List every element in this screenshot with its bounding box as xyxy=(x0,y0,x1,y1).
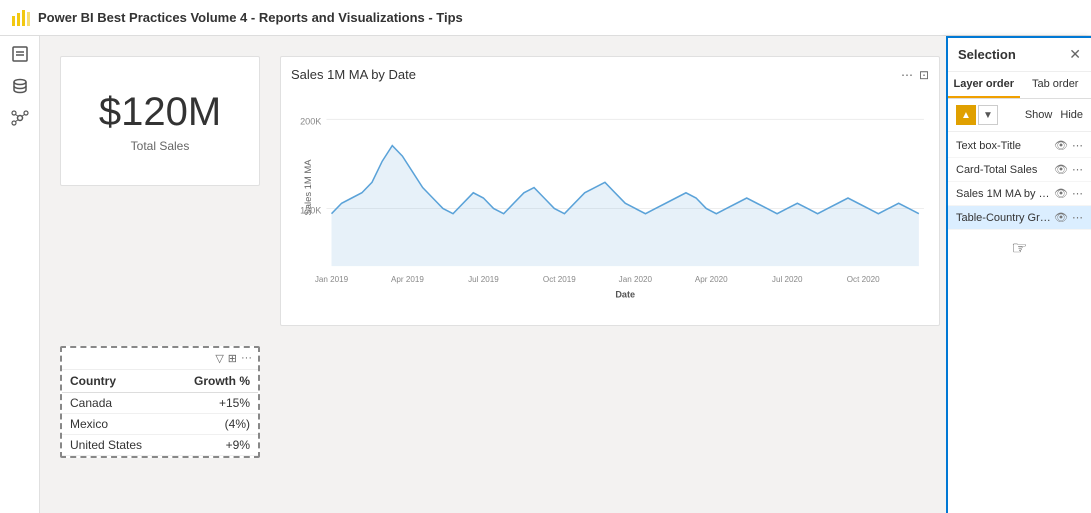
close-icon[interactable]: ✕ xyxy=(1069,46,1081,63)
layer-item-textbox[interactable]: Text box-Title 👁 ⋯ xyxy=(948,134,1091,158)
visibility-icon-textbox[interactable]: 👁 xyxy=(1054,139,1068,152)
svg-text:200K: 200K xyxy=(300,117,322,127)
cursor-indicator: ☞ xyxy=(948,230,1091,267)
svg-text:Oct 2020: Oct 2020 xyxy=(847,275,880,284)
svg-text:Jul 2020: Jul 2020 xyxy=(772,275,803,284)
hide-label: Hide xyxy=(1060,109,1083,121)
svg-text:Jan 2020: Jan 2020 xyxy=(619,275,653,284)
layer-item-chart[interactable]: Sales 1M MA by Date 👁 ⋯ xyxy=(948,182,1091,206)
cell-growth-2: (4%) xyxy=(170,414,258,435)
main-layout: $120M Total Sales Sales 1M MA by Date ⋯ … xyxy=(0,36,1091,513)
layer-list: Text box-Title 👁 ⋯ Card-Total Sales 👁 ⋯ … xyxy=(948,132,1091,269)
title-bar: Power BI Best Practices Volume 4 - Repor… xyxy=(0,0,1091,36)
svg-text:Apr 2020: Apr 2020 xyxy=(695,275,728,284)
visibility-icon-chart[interactable]: 👁 xyxy=(1054,187,1068,200)
chart-body: Sales 1M MA 200K 150K Jan 2019 Apr 2019 … xyxy=(291,88,929,308)
move-up-button[interactable]: ▲ xyxy=(956,105,976,125)
cell-country-1: Canada xyxy=(62,393,170,414)
selection-panel: Selection ✕ Layer order Tab order ▲ ▼ Sh… xyxy=(946,36,1091,513)
selection-controls: ▲ ▼ Show Hide xyxy=(948,99,1091,132)
svg-text:Jan 2019: Jan 2019 xyxy=(315,275,349,284)
show-label: Show xyxy=(1025,109,1053,121)
table-row: United States +9% xyxy=(62,435,258,456)
export-icon[interactable]: ⊞ xyxy=(228,352,237,365)
more-icon[interactable]: ··· xyxy=(241,352,252,365)
powerbi-icon xyxy=(10,8,30,28)
canvas-area: $120M Total Sales Sales 1M MA by Date ⋯ … xyxy=(40,36,946,513)
layer-name-chart: Sales 1M MA by Date xyxy=(956,188,1054,200)
arrow-group: ▲ ▼ xyxy=(956,105,998,125)
chart-more-icon[interactable]: ⋯ xyxy=(901,68,913,82)
chart-focus-icon[interactable]: ⊡ xyxy=(919,68,929,82)
visibility-icon-table[interactable]: 👁 xyxy=(1054,211,1068,224)
layer-name-textbox: Text box-Title xyxy=(956,140,1054,152)
card-total-sales[interactable]: $120M Total Sales xyxy=(60,56,260,186)
table-row: Canada +15% xyxy=(62,393,258,414)
sidebar-icon-model[interactable] xyxy=(10,108,30,128)
layer-icons-card: 👁 ⋯ xyxy=(1054,163,1083,176)
chart-title: Sales 1M MA by Date xyxy=(291,67,416,82)
chart-header: Sales 1M MA by Date ⋯ ⊡ xyxy=(291,67,929,82)
more-icon-textbox[interactable]: ⋯ xyxy=(1072,139,1083,152)
col-country: Country xyxy=(62,370,170,393)
more-icon-card[interactable]: ⋯ xyxy=(1072,163,1083,176)
layer-icons-chart: 👁 ⋯ xyxy=(1054,187,1083,200)
layer-icons-textbox: 👁 ⋯ xyxy=(1054,139,1083,152)
card-label: Total Sales xyxy=(131,139,190,153)
move-down-button[interactable]: ▼ xyxy=(978,105,998,125)
cell-country-2: Mexico xyxy=(62,414,170,435)
tab-tab-order[interactable]: Tab order xyxy=(1020,72,1091,98)
chart-container[interactable]: Sales 1M MA by Date ⋯ ⊡ Sales 1M MA 200K… xyxy=(280,56,940,326)
sidebar-icon-data[interactable] xyxy=(10,76,30,96)
hand-cursor-icon: ☞ xyxy=(1011,238,1027,259)
table-toolbar: ▽ ⊞ ··· xyxy=(62,348,258,370)
table-container[interactable]: ▽ ⊞ ··· Country Growth % Canada +15% xyxy=(60,346,260,458)
layer-name-table: Table-Country Growth xyxy=(956,212,1054,224)
layer-item-card[interactable]: Card-Total Sales 👁 ⋯ xyxy=(948,158,1091,182)
data-table: Country Growth % Canada +15% Mexico (4%)… xyxy=(62,370,258,456)
more-icon-chart[interactable]: ⋯ xyxy=(1072,187,1083,200)
svg-text:Jul 2019: Jul 2019 xyxy=(468,275,499,284)
tab-layer-order[interactable]: Layer order xyxy=(948,72,1020,98)
card-value: $120M xyxy=(99,90,221,135)
cell-growth-1: +15% xyxy=(170,393,258,414)
more-icon-table[interactable]: ⋯ xyxy=(1072,211,1083,224)
cell-country-3: United States xyxy=(62,435,170,456)
layer-item-table[interactable]: Table-Country Growth 👁 ⋯ xyxy=(948,206,1091,230)
col-growth: Growth % xyxy=(170,370,258,393)
layer-name-card: Card-Total Sales xyxy=(956,164,1054,176)
visibility-icon-card[interactable]: 👁 xyxy=(1054,163,1068,176)
chart-icons: ⋯ ⊡ xyxy=(901,68,929,82)
selection-tabs: Layer order Tab order xyxy=(948,72,1091,99)
selection-title: Selection xyxy=(958,47,1016,62)
table-row: Mexico (4%) xyxy=(62,414,258,435)
sidebar-icon-report[interactable] xyxy=(10,44,30,64)
svg-text:150K: 150K xyxy=(300,206,322,216)
show-hide-labels: Show Hide xyxy=(1025,109,1083,121)
selection-header: Selection ✕ xyxy=(948,38,1091,72)
layer-icons-table: 👁 ⋯ xyxy=(1054,211,1083,224)
filter-icon[interactable]: ▽ xyxy=(215,352,223,365)
cell-growth-3: +9% xyxy=(170,435,258,456)
svg-text:Oct 2019: Oct 2019 xyxy=(543,275,576,284)
page-title: Power BI Best Practices Volume 4 - Repor… xyxy=(38,10,463,25)
svg-text:Date: Date xyxy=(615,289,635,299)
svg-text:Apr 2019: Apr 2019 xyxy=(391,275,424,284)
left-sidebar xyxy=(0,36,40,513)
